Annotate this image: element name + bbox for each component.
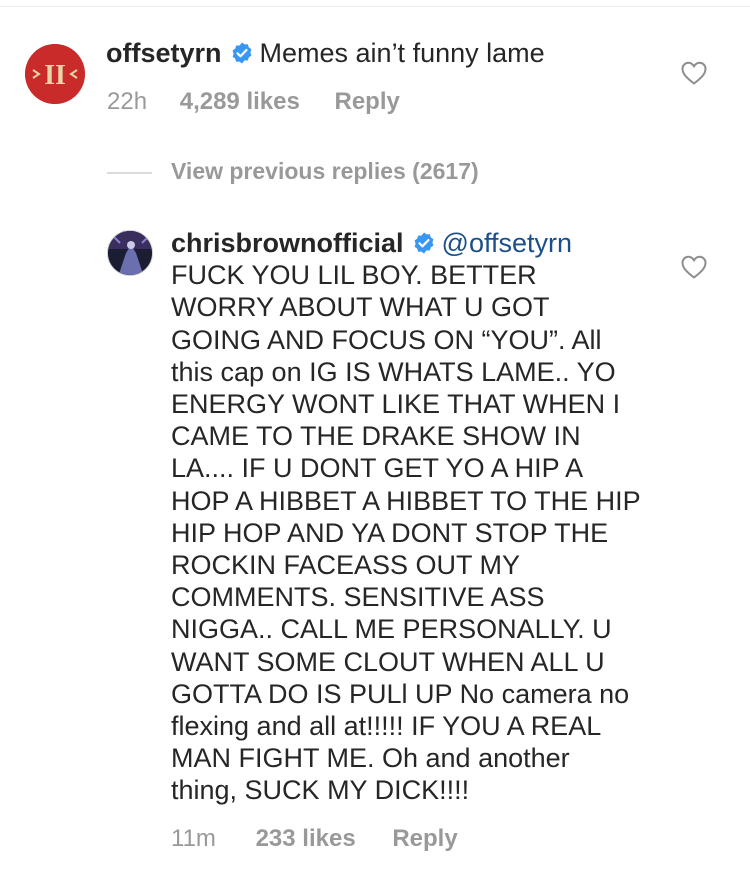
comment-body: chrisbrownofficial @offsetyrn FUCK YOU LI… xyxy=(171,227,641,807)
comment-text-line: offsetyrn Memes ain’t funny lame xyxy=(106,38,545,68)
comment-meta: 11m 233 likes Reply xyxy=(171,825,458,853)
mention-link[interactable]: @offsetyrn xyxy=(442,228,572,258)
top-divider xyxy=(0,6,750,7)
view-replies-divider xyxy=(107,172,152,174)
reply-button[interactable]: Reply xyxy=(335,88,400,116)
comment-text: FUCK YOU LIL BOY. BETTER WORRY ABOUT WHA… xyxy=(171,260,641,806)
likes-count[interactable]: 233 likes xyxy=(256,825,356,853)
heart-icon[interactable] xyxy=(680,254,708,280)
avatar[interactable] xyxy=(107,230,153,276)
comment-text: Memes ain’t funny lame xyxy=(259,38,545,68)
avatar-initials: II xyxy=(44,60,66,91)
comment-meta: 22h 4,289 likes Reply xyxy=(107,88,400,116)
heart-icon[interactable] xyxy=(680,60,708,86)
verified-badge-icon xyxy=(414,232,433,254)
timestamp: 11m xyxy=(171,825,216,852)
username[interactable]: chrisbrownofficial xyxy=(171,228,404,258)
view-previous-replies-button[interactable]: View previous replies (2617) xyxy=(171,158,479,185)
username[interactable]: offsetyrn xyxy=(106,38,222,68)
avatar-logo-icon: II xyxy=(25,44,85,104)
avatar[interactable]: II xyxy=(25,44,85,104)
verified-badge-icon xyxy=(232,42,251,64)
reply-button[interactable]: Reply xyxy=(392,825,457,853)
likes-count[interactable]: 4,289 likes xyxy=(180,88,300,116)
timestamp: 22h xyxy=(107,88,148,115)
avatar-photo-icon xyxy=(108,231,152,275)
